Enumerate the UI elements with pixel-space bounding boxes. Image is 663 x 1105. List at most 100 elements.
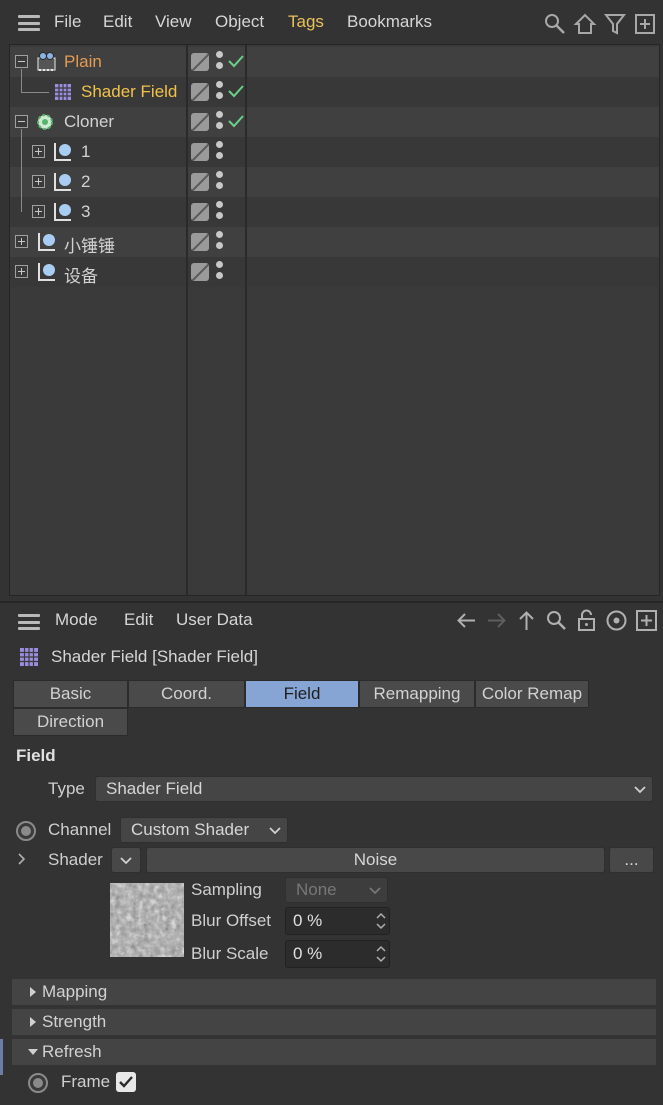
- menu-tags[interactable]: Tags: [288, 12, 324, 32]
- filter-icon[interactable]: [603, 12, 627, 36]
- menu-file[interactable]: File: [54, 12, 81, 32]
- new-panel-icon[interactable]: [634, 608, 659, 633]
- tab-direction[interactable]: Direction: [13, 708, 128, 736]
- render-dots-icon[interactable]: [216, 111, 224, 135]
- object-name[interactable]: 2: [81, 172, 90, 192]
- tab-remapping[interactable]: Remapping: [359, 680, 475, 708]
- menu-bookmarks[interactable]: Bookmarks: [347, 12, 432, 32]
- checkmark-icon[interactable]: [227, 52, 245, 70]
- target-icon[interactable]: [604, 608, 629, 633]
- visibility-toggle[interactable]: [191, 143, 209, 161]
- visibility-toggle[interactable]: [191, 53, 209, 71]
- render-dots-icon[interactable]: [216, 201, 224, 225]
- tab-basic[interactable]: Basic: [13, 680, 128, 708]
- group-strength[interactable]: Strength: [12, 1009, 656, 1035]
- collapse-toggle[interactable]: [15, 55, 28, 68]
- visibility-toggle[interactable]: [191, 263, 209, 281]
- home-icon[interactable]: [573, 12, 597, 36]
- menu-user-data[interactable]: User Data: [176, 610, 253, 630]
- object-name[interactable]: 3: [81, 202, 90, 222]
- hamburger-menu-icon[interactable]: [18, 614, 40, 630]
- object-row-device[interactable]: 设备: [10, 257, 659, 287]
- sampling-dropdown[interactable]: None: [285, 877, 388, 903]
- shader-more-button[interactable]: ...: [609, 847, 654, 873]
- render-dots-icon[interactable]: [216, 231, 224, 255]
- lock-icon[interactable]: [574, 608, 599, 633]
- animation-keyframe-icon[interactable]: [28, 1073, 48, 1093]
- expand-toggle[interactable]: [32, 175, 45, 188]
- group-mapping[interactable]: Mapping: [12, 979, 656, 1005]
- column-divider[interactable]: [186, 45, 188, 595]
- visibility-toggle[interactable]: [191, 173, 209, 191]
- selection-edge: [0, 1039, 3, 1075]
- type-dropdown[interactable]: Shader Field: [95, 776, 653, 802]
- group-refresh[interactable]: Refresh: [12, 1039, 656, 1065]
- checkmark-icon: [119, 1076, 133, 1088]
- object-name[interactable]: 1: [81, 142, 90, 162]
- back-arrow-icon[interactable]: [454, 608, 479, 633]
- tab-field[interactable]: Field: [245, 680, 359, 708]
- render-dots-icon[interactable]: [216, 141, 224, 165]
- channel-label: Channel: [48, 820, 112, 839]
- render-dots-icon[interactable]: [216, 261, 224, 285]
- checkmark-icon[interactable]: [227, 82, 245, 100]
- render-dots-icon[interactable]: [216, 81, 224, 105]
- shader-field-icon: [20, 648, 38, 666]
- section-title: Field: [16, 746, 56, 765]
- column-divider[interactable]: [245, 45, 247, 595]
- object-name[interactable]: Shader Field: [81, 82, 177, 102]
- object-row-hammer[interactable]: 小锤锤: [10, 227, 659, 257]
- menu-edit[interactable]: Edit: [124, 610, 153, 630]
- animation-keyframe-icon[interactable]: [16, 821, 36, 841]
- blur-scale-field[interactable]: 0 %: [285, 940, 390, 968]
- object-row-3[interactable]: 3: [10, 189, 659, 227]
- tab-coord[interactable]: Coord.: [128, 680, 245, 708]
- object-name[interactable]: 设备: [64, 262, 98, 287]
- menu-view[interactable]: View: [155, 12, 192, 32]
- object-row-1[interactable]: 1: [10, 129, 659, 167]
- shader-menu-button[interactable]: [111, 847, 141, 873]
- menu-edit[interactable]: Edit: [103, 12, 132, 32]
- chevron-right-icon[interactable]: [16, 853, 28, 865]
- object-name[interactable]: 小锤锤: [64, 232, 115, 257]
- object-name[interactable]: Plain: [64, 52, 102, 72]
- object-title: Shader Field [Shader Field]: [51, 647, 258, 666]
- object-row-shader-field[interactable]: Shader Field: [10, 69, 659, 107]
- render-dots-icon[interactable]: [216, 171, 224, 195]
- shader-label: Shader: [48, 850, 103, 869]
- expand-toggle[interactable]: [32, 145, 45, 158]
- channel-dropdown[interactable]: Custom Shader: [120, 817, 288, 843]
- tab-color-remap[interactable]: Color Remap: [475, 680, 589, 708]
- object-row-plain[interactable]: Plain: [10, 47, 659, 77]
- object-name[interactable]: Cloner: [64, 112, 114, 132]
- expand-toggle[interactable]: [15, 265, 28, 278]
- object-row-2[interactable]: 2: [10, 159, 659, 197]
- object-row-cloner[interactable]: Cloner: [10, 107, 659, 137]
- expand-toggle[interactable]: [32, 205, 45, 218]
- null-object-icon: [38, 233, 55, 251]
- frame-checkbox[interactable]: [116, 1072, 136, 1092]
- shader-noise-button[interactable]: Noise: [146, 847, 605, 873]
- up-arrow-icon[interactable]: [514, 608, 539, 633]
- visibility-toggle[interactable]: [191, 203, 209, 221]
- forward-arrow-icon[interactable]: [484, 608, 509, 633]
- collapse-toggle[interactable]: [15, 115, 28, 128]
- visibility-toggle[interactable]: [191, 83, 209, 101]
- blur-offset-field[interactable]: 0 %: [285, 907, 390, 935]
- visibility-toggle[interactable]: [191, 113, 209, 131]
- spinner-arrows-icon[interactable]: [376, 944, 386, 964]
- hamburger-menu-icon[interactable]: [18, 15, 40, 31]
- sampling-label: Sampling: [191, 880, 262, 899]
- menu-mode[interactable]: Mode: [55, 610, 98, 630]
- menu-object[interactable]: Object: [215, 12, 264, 32]
- new-panel-icon[interactable]: [633, 12, 657, 36]
- checkmark-icon[interactable]: [227, 112, 245, 130]
- render-dots-icon[interactable]: [216, 51, 224, 75]
- visibility-toggle[interactable]: [191, 233, 209, 251]
- null-object-icon: [54, 203, 71, 221]
- spinner-arrows-icon[interactable]: [376, 911, 386, 931]
- expand-toggle[interactable]: [15, 235, 28, 248]
- search-icon[interactable]: [544, 608, 569, 633]
- type-value: Shader Field: [106, 779, 203, 798]
- search-icon[interactable]: [543, 12, 567, 36]
